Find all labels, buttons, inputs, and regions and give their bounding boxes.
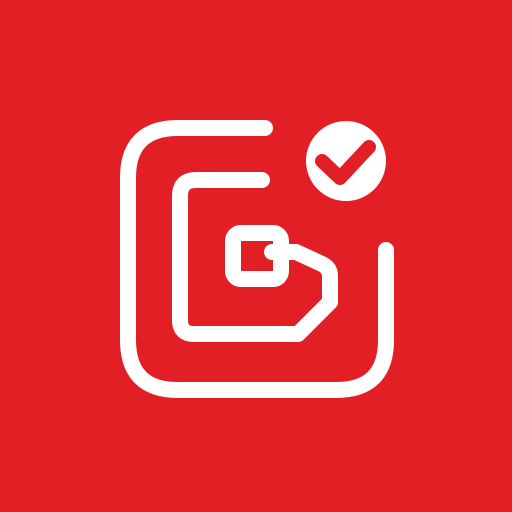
app-icon[interactable] [0,0,512,512]
app-icon-graphic [0,0,512,512]
icon-background [0,0,512,512]
